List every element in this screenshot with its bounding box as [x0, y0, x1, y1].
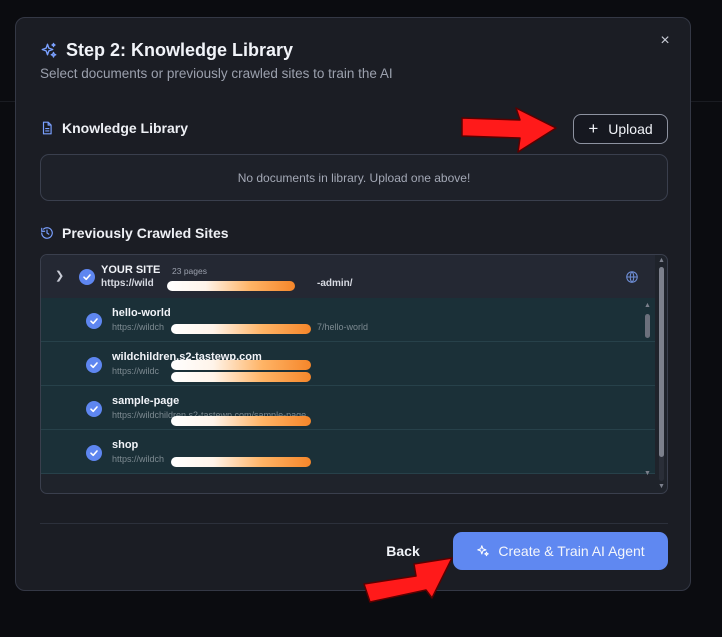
- knowledge-library-heading: Knowledge Library: [40, 120, 188, 136]
- chevron-down-icon[interactable]: ❯: [55, 269, 64, 282]
- close-icon[interactable]: ×: [656, 32, 674, 50]
- create-train-label: Create & Train AI Agent: [498, 543, 645, 559]
- scroll-up-icon[interactable]: ▲: [644, 302, 651, 310]
- history-icon: [41, 227, 53, 239]
- create-train-agent-button[interactable]: Create & Train AI Agent: [453, 532, 668, 570]
- page-url: https://wildc: [112, 366, 160, 376]
- crawled-sites-heading: Previously Crawled Sites: [40, 225, 229, 241]
- section-label: Knowledge Library: [62, 120, 189, 136]
- empty-library-message: No documents in library. Upload one abov…: [40, 154, 668, 201]
- backdrop-divider: [0, 101, 15, 102]
- modal-subtitle: Select documents or previously crawled s…: [40, 66, 393, 81]
- knowledge-library-modal: × Step 2: Knowledge Library Select docum…: [15, 17, 691, 591]
- site-name: YOUR SITE: [101, 264, 161, 276]
- list-item[interactable]: wildchildren.s2-tastewp.com https://wild…: [41, 342, 655, 386]
- redaction-mark: [171, 457, 311, 467]
- document-icon: [42, 121, 52, 135]
- page-url: https://wildch: [112, 322, 165, 332]
- upload-button[interactable]: + Upload: [573, 114, 668, 144]
- outer-scrollbar[interactable]: ▲ ▼: [657, 255, 667, 493]
- annotation-arrow-icon: [461, 107, 557, 153]
- page-list: hello-world https://wildch 7/hello-world…: [41, 298, 655, 474]
- scrollbar-thumb[interactable]: [645, 314, 650, 338]
- redaction-mark: [171, 372, 311, 382]
- check-circle-icon[interactable]: [86, 401, 102, 417]
- check-circle-icon[interactable]: [86, 313, 102, 329]
- page-url: https://wildch: [112, 454, 165, 464]
- list-item[interactable]: hello-world https://wildch 7/hello-world: [41, 298, 655, 342]
- modal-title: Step 2: Knowledge Library: [66, 40, 294, 60]
- scroll-up-icon[interactable]: ▲: [658, 257, 665, 265]
- section-label: Previously Crawled Sites: [62, 225, 229, 241]
- scrollbar-thumb[interactable]: [659, 267, 664, 457]
- scroll-down-icon[interactable]: ▼: [658, 483, 665, 491]
- check-circle-icon[interactable]: [86, 445, 102, 461]
- backdrop-divider: [691, 101, 722, 102]
- sparkles-icon: [41, 42, 57, 58]
- site-root-row[interactable]: ❯ YOUR SITE 23 pages https://wild -admin…: [41, 255, 655, 298]
- site-url-suffix: -admin/: [317, 278, 353, 289]
- redaction-mark: [167, 281, 295, 291]
- scroll-down-icon[interactable]: ▼: [644, 470, 651, 478]
- upload-label: Upload: [608, 121, 653, 137]
- modal-header: Step 2: Knowledge Library: [40, 40, 293, 61]
- redaction-mark: [171, 324, 311, 334]
- redaction-mark: [171, 416, 311, 426]
- page-url-suffix: 7/hello-world: [317, 322, 369, 332]
- list-item[interactable]: shop https://wildch: [41, 430, 655, 474]
- list-item[interactable]: sample-page https://wildchildren.s2-tast…: [41, 386, 655, 430]
- site-url: https://wild: [101, 278, 154, 289]
- crawled-sites-list: ❯ YOUR SITE 23 pages https://wild -admin…: [40, 254, 668, 494]
- plus-icon: +: [588, 119, 599, 138]
- redaction-mark: [171, 360, 311, 370]
- check-circle-icon[interactable]: [79, 269, 95, 285]
- inner-scrollbar[interactable]: ▲ ▼: [643, 300, 653, 480]
- page-name: hello-world: [112, 307, 171, 319]
- sparkles-icon: [477, 545, 490, 557]
- annotation-arrow-icon: [363, 557, 453, 603]
- page-name: shop: [112, 439, 139, 451]
- check-circle-icon[interactable]: [86, 357, 102, 373]
- page-name: sample-page: [112, 395, 180, 407]
- footer-divider: [40, 523, 668, 524]
- page-count-badge: 23 pages: [172, 266, 207, 276]
- globe-icon[interactable]: [625, 270, 639, 284]
- site-url-prefix: https://wild: [101, 278, 154, 289]
